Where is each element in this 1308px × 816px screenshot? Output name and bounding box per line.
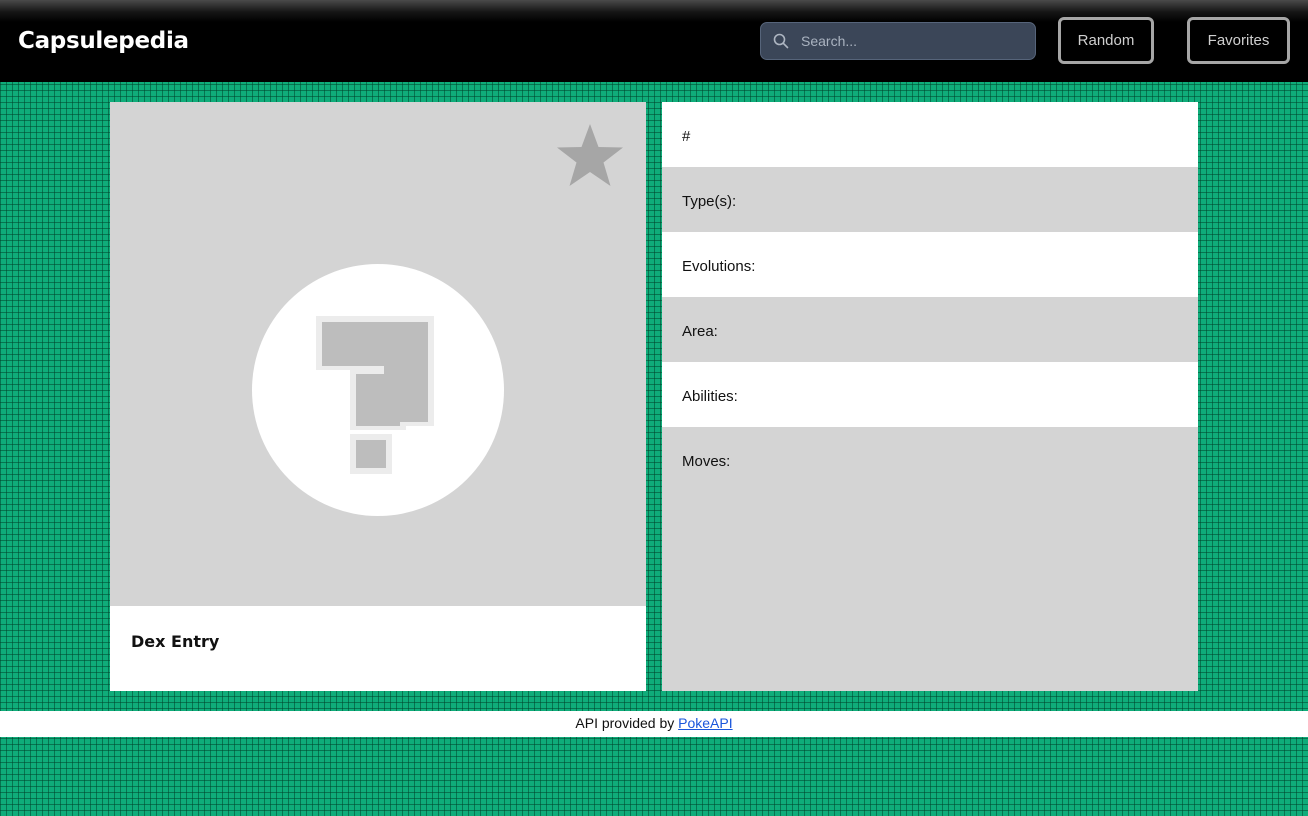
detail-row-evolutions: Evolutions: — [662, 232, 1198, 297]
detail-label: Moves: — [682, 453, 731, 470]
dex-entry-section: Dex Entry — [110, 606, 646, 691]
star-icon[interactable] — [554, 122, 626, 190]
search-box[interactable] — [760, 22, 1036, 60]
search-input[interactable] — [801, 29, 1026, 53]
detail-label: Abilities: — [682, 388, 738, 405]
detail-label: Type(s): — [682, 193, 737, 210]
detail-row-moves: Moves: — [662, 427, 1198, 492]
detail-label: Evolutions: — [682, 258, 756, 275]
detail-label: Area: — [682, 323, 718, 340]
question-mark-placeholder-icon — [252, 264, 504, 516]
footer: API provided by PokeAPI — [0, 711, 1308, 737]
top-nav-bar: Capsulepedia Random Favorites — [0, 0, 1308, 82]
detail-row-area: Area: — [662, 297, 1198, 362]
detail-row-number: # — [662, 102, 1198, 167]
detail-label: # — [682, 128, 691, 145]
footer-text: API provided by — [575, 715, 679, 731]
details-card: # Type(s): Evolutions: Area: Abilities: … — [662, 102, 1198, 691]
favorites-button[interactable]: Favorites — [1187, 17, 1290, 64]
search-icon — [773, 33, 789, 49]
dex-entry-label: Dex Entry — [131, 632, 220, 651]
app-title[interactable]: Capsulepedia — [18, 28, 189, 54]
detail-row-abilities: Abilities: — [662, 362, 1198, 427]
random-button[interactable]: Random — [1058, 17, 1154, 64]
detail-row-types: Type(s): — [662, 167, 1198, 232]
pokeapi-link[interactable]: PokeAPI — [678, 715, 732, 731]
